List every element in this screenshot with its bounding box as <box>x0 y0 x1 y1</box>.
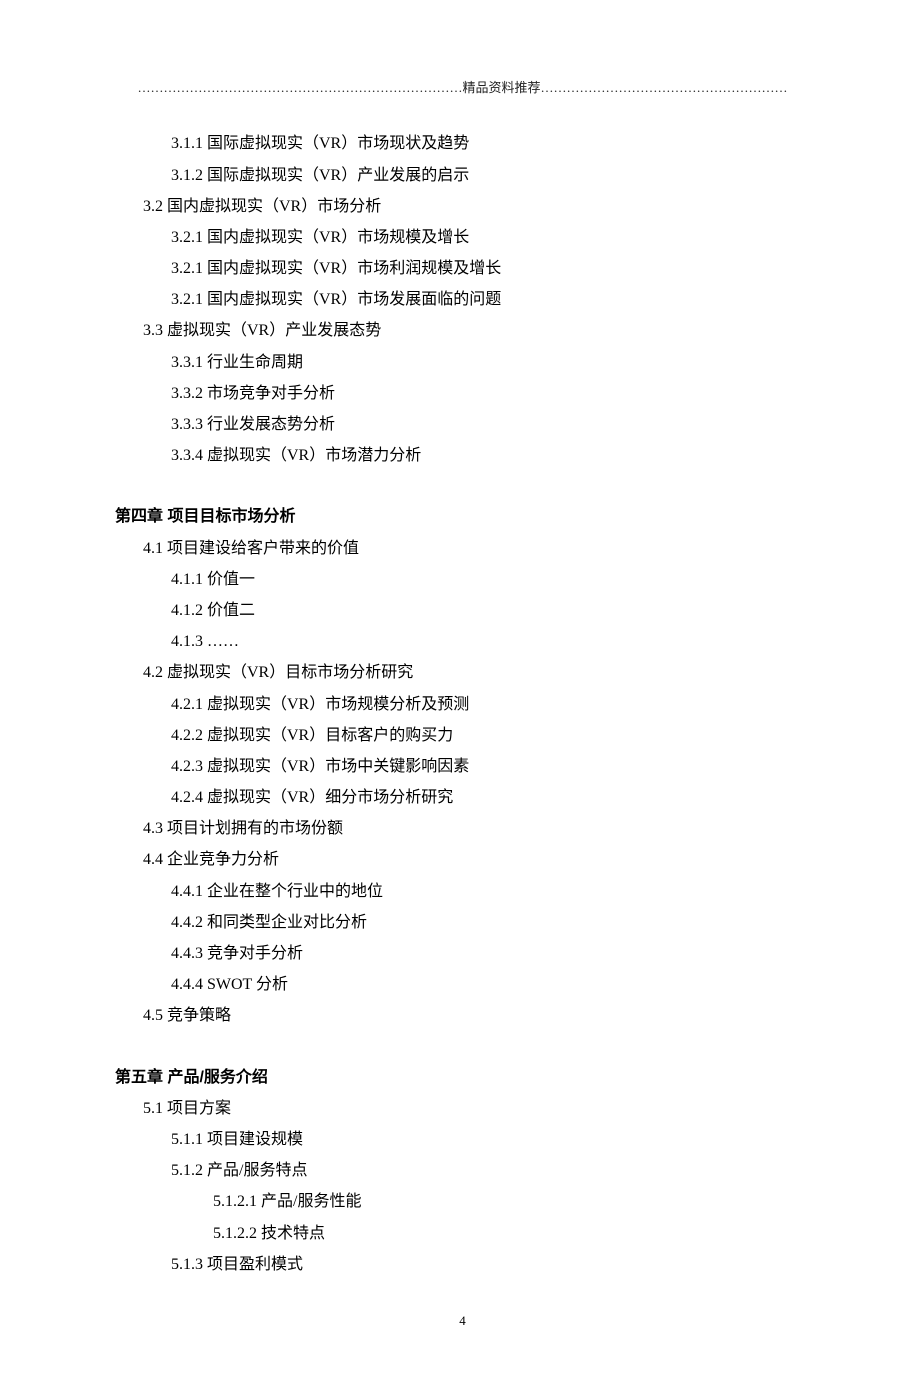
toc-entry: 5.1.2.2 技术特点 <box>115 1218 810 1249</box>
toc-entry: 4.5 竞争策略 <box>115 1000 810 1031</box>
toc-entry: 4.2.1 虚拟现实（VR）市场规模分析及预测 <box>115 689 810 720</box>
chapter-heading: 第五章 产品/服务介绍 <box>115 1062 810 1093</box>
toc-entry: 4.3 项目计划拥有的市场份额 <box>115 813 810 844</box>
toc-content: 3.1.1 国际虚拟现实（VR）市场现状及趋势3.1.2 国际虚拟现实（VR）产… <box>115 128 810 1280</box>
toc-entry: 4.4.1 企业在整个行业中的地位 <box>115 876 810 907</box>
toc-entry: 3.2.1 国内虚拟现实（VR）市场利润规模及增长 <box>115 253 810 284</box>
toc-entry: 3.2 国内虚拟现实（VR）市场分析 <box>115 191 810 222</box>
toc-entry: 4.4.2 和同类型企业对比分析 <box>115 907 810 938</box>
document-page: …………………………………………………………………精品资料推荐………………………… <box>0 0 920 1373</box>
toc-entry: 4.1.2 价值二 <box>115 595 810 626</box>
toc-entry: 3.3.2 市场竞争对手分析 <box>115 378 810 409</box>
toc-entry: 5.1 项目方案 <box>115 1093 810 1124</box>
toc-entry: 5.1.3 项目盈利模式 <box>115 1249 810 1280</box>
toc-entry: 3.3.1 行业生命周期 <box>115 347 810 378</box>
page-number: 4 <box>115 1308 810 1333</box>
toc-entry: 5.1.2.1 产品/服务性能 <box>115 1186 810 1217</box>
toc-entry: 4.2.2 虚拟现实（VR）目标客户的购买力 <box>115 720 810 751</box>
toc-entry: 4.1 项目建设给客户带来的价值 <box>115 533 810 564</box>
toc-entry: 4.2.3 虚拟现实（VR）市场中关键影响因素 <box>115 751 810 782</box>
toc-entry: 5.1.2 产品/服务特点 <box>115 1155 810 1186</box>
toc-entry: 3.1.1 国际虚拟现实（VR）市场现状及趋势 <box>115 128 810 159</box>
toc-entry: 4.4 企业竞争力分析 <box>115 844 810 875</box>
toc-entry: 4.1.3 …… <box>115 626 810 657</box>
chapter-heading: 第四章 项目目标市场分析 <box>115 501 810 532</box>
toc-entry: 4.2 虚拟现实（VR）目标市场分析研究 <box>115 657 810 688</box>
toc-entry: 3.3 虚拟现实（VR）产业发展态势 <box>115 315 810 346</box>
toc-entry: 3.3.4 虚拟现实（VR）市场潜力分析 <box>115 440 810 471</box>
toc-entry: 3.2.1 国内虚拟现实（VR）市场规模及增长 <box>115 222 810 253</box>
toc-entry: 4.4.3 竞争对手分析 <box>115 938 810 969</box>
toc-entry: 5.1.1 项目建设规模 <box>115 1124 810 1155</box>
toc-entry: 3.2.1 国内虚拟现实（VR）市场发展面临的问题 <box>115 284 810 315</box>
toc-entry: 4.2.4 虚拟现实（VR）细分市场分析研究 <box>115 782 810 813</box>
toc-entry: 4.1.1 价值一 <box>115 564 810 595</box>
toc-entry: 3.3.3 行业发展态势分析 <box>115 409 810 440</box>
page-header: …………………………………………………………………精品资料推荐………………………… <box>115 75 810 100</box>
toc-entry: 3.1.2 国际虚拟现实（VR）产业发展的启示 <box>115 160 810 191</box>
toc-entry: 4.4.4 SWOT 分析 <box>115 969 810 1000</box>
